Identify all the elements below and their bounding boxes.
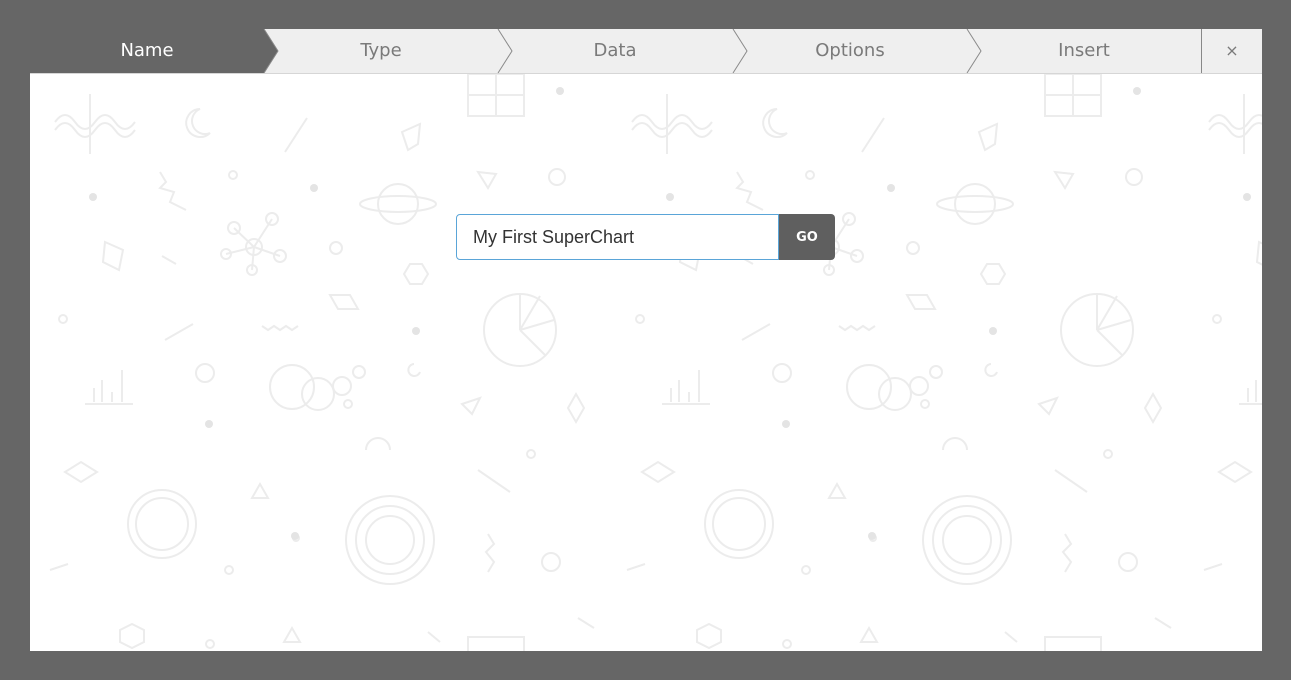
- step-data[interactable]: Data: [512, 29, 718, 73]
- wizard-steps: Name Type Data Options Insert ×: [30, 29, 1262, 74]
- go-button[interactable]: GO: [779, 214, 835, 260]
- chart-wizard-dialog: Name Type Data Options Insert × My First…: [30, 29, 1262, 651]
- step-name[interactable]: Name: [30, 29, 264, 73]
- wizard-body: GO: [30, 74, 1262, 651]
- background-pattern: [30, 74, 1262, 651]
- chart-name-input[interactable]: [456, 214, 779, 260]
- step-options[interactable]: Options: [747, 29, 953, 73]
- close-button[interactable]: ×: [1201, 29, 1262, 73]
- step-insert[interactable]: Insert: [981, 29, 1187, 73]
- chart-name-form: GO: [456, 214, 835, 260]
- step-type[interactable]: Type: [278, 29, 484, 73]
